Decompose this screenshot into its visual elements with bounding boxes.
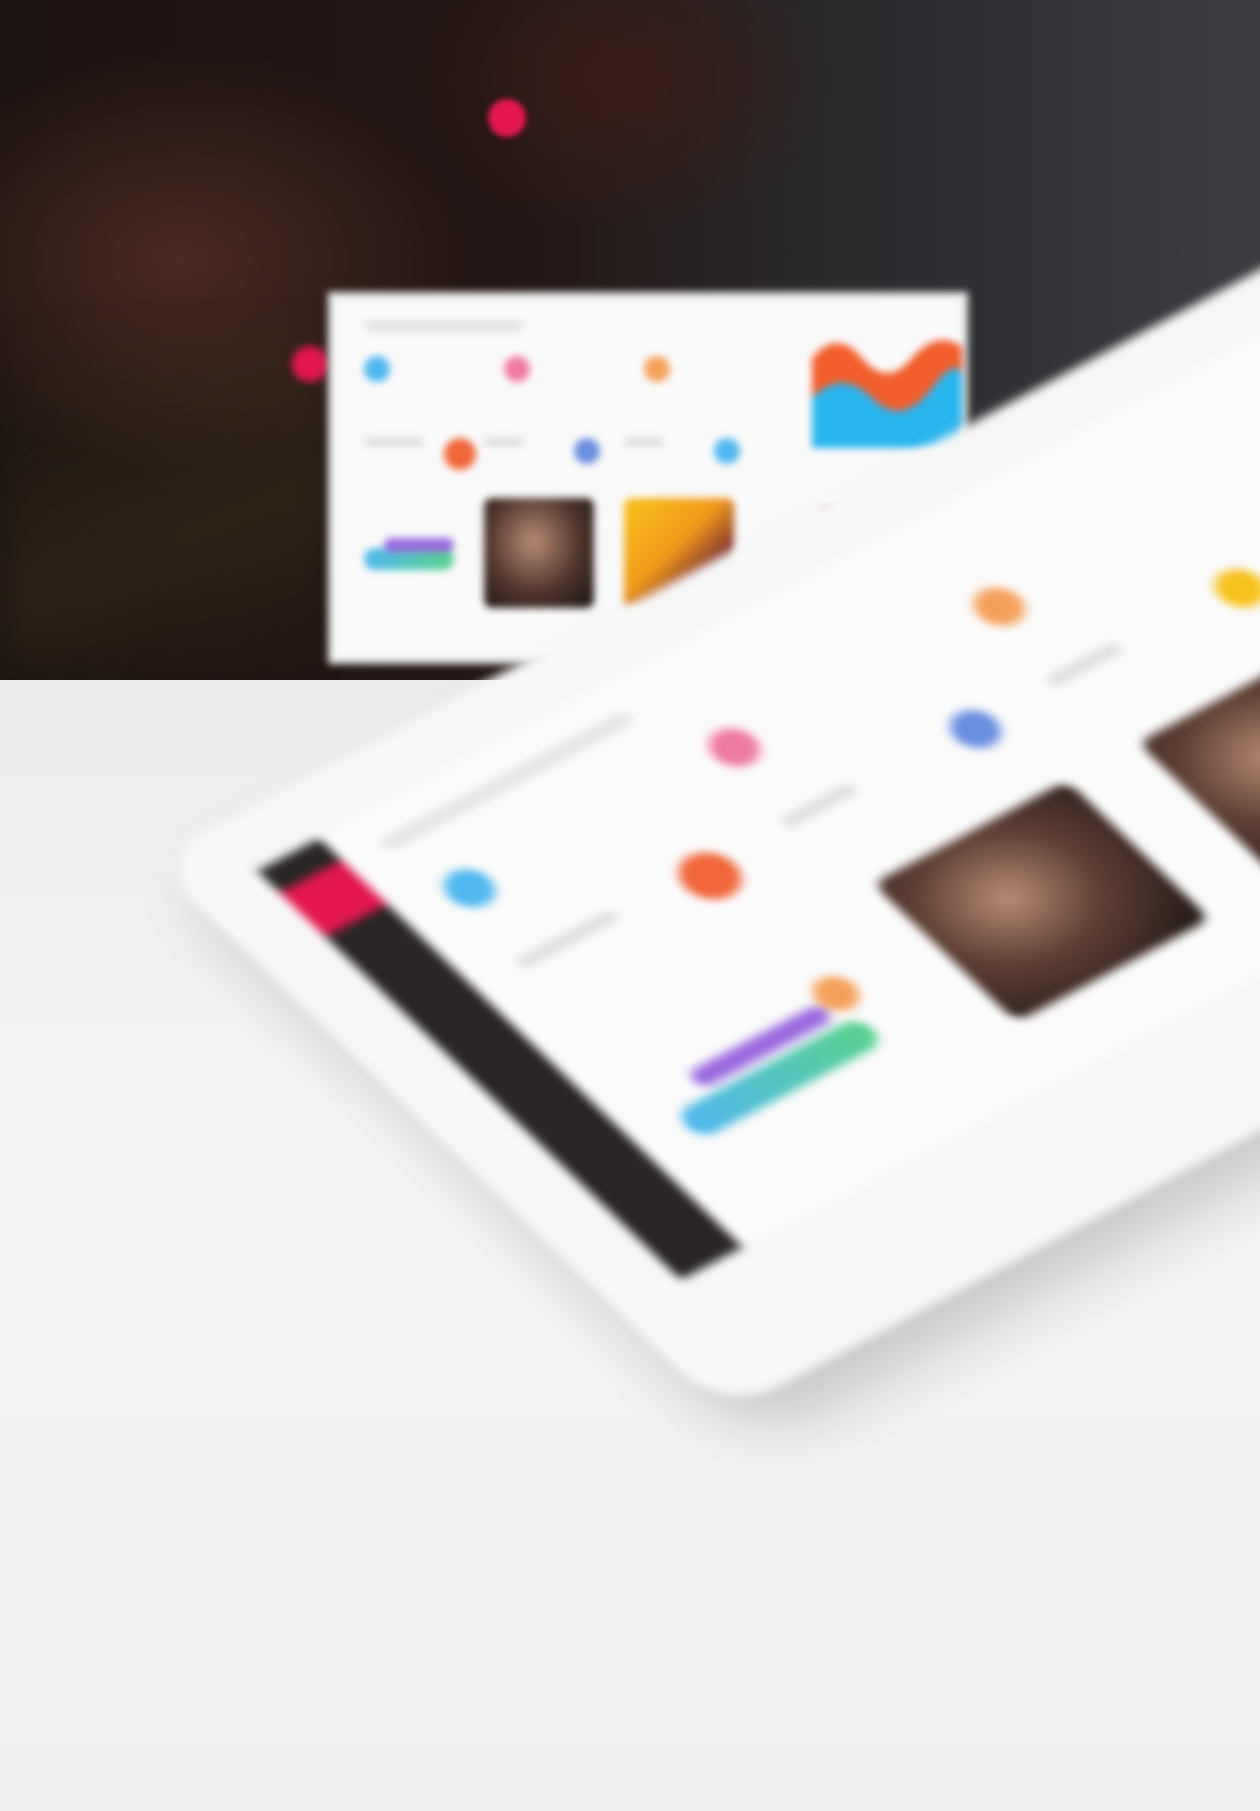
card-title-line bbox=[484, 438, 524, 446]
laptop-card-photo-2[interactable] bbox=[624, 438, 744, 648]
laptop-menu-toggle[interactable] bbox=[292, 346, 328, 382]
laptop-card-chart[interactable] bbox=[364, 438, 484, 648]
stat-icon-orange bbox=[644, 356, 670, 382]
laptop-stat-2 bbox=[504, 354, 614, 384]
wave-chart bbox=[812, 340, 962, 448]
photo-thumbnail bbox=[624, 498, 734, 608]
laptop-stat-3 bbox=[644, 354, 754, 384]
teal-avatar-icon bbox=[714, 438, 740, 464]
laptop-search-input[interactable] bbox=[364, 320, 524, 332]
card-title-line bbox=[624, 438, 664, 446]
laptop-card-photo-1[interactable] bbox=[484, 438, 604, 648]
stat-icon-blue bbox=[364, 356, 390, 382]
stat-icon-pink bbox=[504, 356, 530, 382]
card-title-line bbox=[364, 438, 424, 446]
blue-avatar-icon bbox=[574, 438, 600, 464]
logo-mark-icon bbox=[488, 99, 526, 137]
highlight-panel bbox=[822, 508, 962, 658]
photo-thumbnail bbox=[484, 498, 594, 608]
laptop-side-panel bbox=[812, 328, 962, 658]
table-surface bbox=[0, 680, 1260, 1811]
background-glow bbox=[0, 330, 330, 670]
laptop-screen bbox=[328, 292, 968, 664]
brand-logo bbox=[488, 96, 534, 140]
laptop-stat-1 bbox=[364, 354, 474, 384]
purple-bar bbox=[384, 538, 454, 552]
orange-avatar-icon bbox=[444, 438, 476, 470]
